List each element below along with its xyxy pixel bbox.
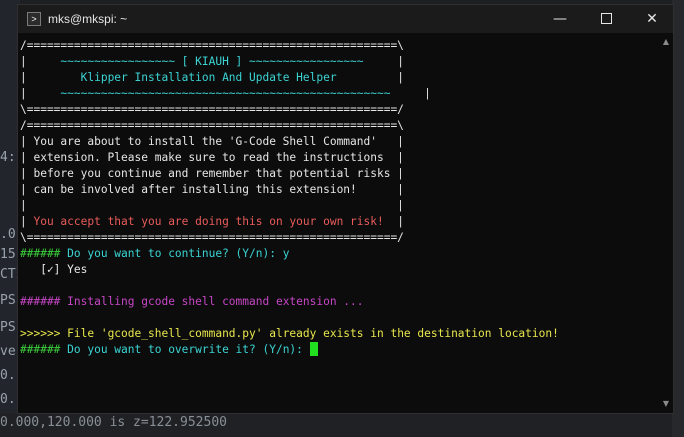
terminal-text: ###### — [20, 343, 68, 356]
terminal-line: | | — [20, 198, 659, 214]
close-button[interactable]: ✕ — [629, 5, 675, 33]
terminal-text: Klipper Installation And Update Helper — [80, 71, 337, 84]
terminal-text: ###### — [20, 247, 68, 260]
terminal-text: | — [20, 71, 81, 84]
terminal-app-icon[interactable]: > — [27, 12, 41, 26]
terminal-text: ###### — [20, 295, 68, 308]
background-fragment: .0 — [0, 227, 16, 242]
background-fragment: 15 — [0, 247, 16, 262]
maximize-icon — [600, 12, 612, 24]
terminal-text: | — [390, 87, 431, 100]
terminal-line: /=======================================… — [20, 118, 659, 134]
terminal-line: \=======================================… — [20, 102, 659, 118]
terminal-line: >>>>>> File 'gcode_shell_command.py' alr… — [20, 326, 659, 342]
maximize-button[interactable] — [583, 5, 629, 33]
terminal-line: | ~~~~~~~~~~~~~~~~~ [ KIAUH ] ~~~~~~~~~~… — [20, 54, 659, 70]
terminal-text: | You are about to install the 'G-Code S… — [20, 135, 404, 148]
terminal-line: ###### Installing gcode shell command ex… — [20, 294, 659, 310]
terminal-text: ~~~~~~~~~~~~~~~~~~~~~~~~~~~~~~~~~~~~~~~~… — [60, 87, 391, 100]
terminal-text: /=======================================… — [20, 119, 404, 132]
minimize-button[interactable]: — — [537, 5, 583, 33]
terminal-window[interactable]: > mks@mkspi: ~ — ✕ /====================… — [17, 4, 674, 414]
terminal-text: | — [363, 55, 404, 68]
terminal-text: Do you want to continue? (Y/n): y — [67, 247, 290, 260]
terminal-line: | You are about to install the 'G-Code S… — [20, 134, 659, 150]
terminal-line: | Klipper Installation And Update Helper… — [20, 70, 659, 86]
terminal-text: Do you want to overwrite it? (Y/n): — [67, 343, 310, 356]
terminal-cursor — [309, 342, 318, 356]
terminal-line: | extension. Please make sure to read th… — [20, 150, 659, 166]
background-fragment: 0. — [0, 392, 16, 407]
background-fragment: ve — [0, 344, 16, 359]
terminal-output[interactable]: /=======================================… — [18, 38, 659, 413]
terminal-text: >>>>>> — [20, 327, 68, 340]
scroll-down-arrow-icon[interactable]: ▼ — [659, 397, 673, 411]
terminal-line: [✓] Yes — [20, 262, 659, 278]
terminal-text: [✓] Yes — [20, 263, 88, 276]
terminal-text: /=======================================… — [20, 39, 404, 52]
terminal-text: | extension. Please make sure to read th… — [20, 151, 404, 164]
terminal-text: | — [20, 55, 61, 68]
background-fragment: 4: — [0, 150, 16, 165]
terminal-line: ###### Do you want to overwrite it? (Y/n… — [20, 342, 659, 358]
background-fragment: 0. — [0, 368, 16, 383]
terminal-text: | can be involved after installing this … — [20, 183, 404, 196]
terminal-text: \=======================================… — [20, 231, 404, 244]
terminal-text: | — [20, 215, 34, 228]
terminal-text: File 'gcode_shell_command.py' already ex… — [67, 327, 559, 340]
terminal-text: ~~~~~~~~~~~~~~~~~ [ KIAUH ] ~~~~~~~~~~~~… — [60, 55, 364, 68]
terminal-text: \=======================================… — [20, 103, 404, 116]
terminal-line: | You accept that you are doing this on … — [20, 214, 659, 230]
terminal-line: ###### Do you want to continue? (Y/n): y — [20, 246, 659, 262]
terminal-text: | before you continue and remember that … — [20, 167, 404, 180]
background-editor-bottom-line: 0.000,120.000 is z=122.952500 — [0, 413, 684, 437]
terminal-text: You accept that you are doing this on yo… — [33, 215, 384, 228]
background-fragment: PS — [0, 293, 16, 308]
terminal-scrollbar[interactable]: ▲ ▼ — [659, 33, 673, 413]
terminal-text: | — [383, 215, 404, 228]
terminal-text: | — [336, 71, 404, 84]
window-title: mks@mkspi: ~ — [48, 12, 128, 26]
terminal-line: | can be involved after installing this … — [20, 182, 659, 198]
scroll-up-arrow-icon[interactable]: ▲ — [659, 35, 673, 49]
terminal-line: \=======================================… — [20, 230, 659, 246]
terminal-text: | — [20, 87, 61, 100]
terminal-line: /=======================================… — [20, 38, 659, 54]
background-fragment: PS — [0, 320, 16, 335]
title-bar[interactable]: > mks@mkspi: ~ — ✕ — [18, 5, 673, 33]
terminal-text: | | — [20, 199, 404, 212]
terminal-text: Installing gcode shell command extension… — [67, 295, 364, 308]
terminal-line: | ~~~~~~~~~~~~~~~~~~~~~~~~~~~~~~~~~~~~~~… — [20, 86, 659, 102]
terminal-line: | before you continue and remember that … — [20, 166, 659, 182]
